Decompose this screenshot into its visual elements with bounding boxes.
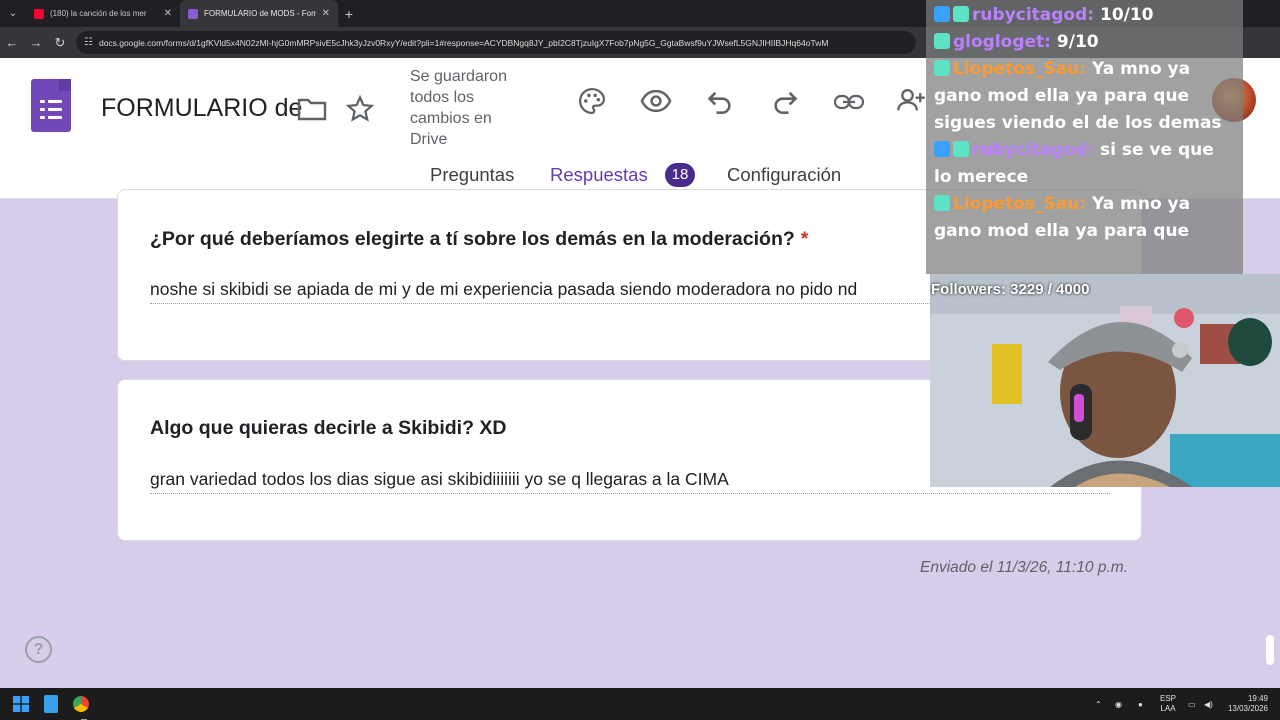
add-collaborator-icon[interactable] <box>896 86 926 118</box>
language-layout: LAA <box>1160 704 1176 713</box>
chat-text: 9/10 <box>1056 32 1099 52</box>
chat-badge-icon <box>934 195 950 211</box>
webcam-overlay <box>930 274 1280 487</box>
chat-badge-icon <box>934 6 950 22</box>
chat-badge-icon <box>953 141 969 157</box>
clock[interactable]: 19:49 13/03/2026 <box>1224 688 1268 720</box>
required-asterisk: * <box>800 228 809 250</box>
stream-chat-overlay: rubycitagod: 10/10 glogloget: 9/10 Llope… <box>926 0 1243 274</box>
chat-username: glogloget: <box>953 32 1051 52</box>
language-indicator[interactable]: ESP LAA <box>1160 688 1176 720</box>
network-icon[interactable]: ▭ <box>1188 688 1196 720</box>
windows-start-icon[interactable] <box>13 696 29 712</box>
youtube-icon <box>34 8 44 19</box>
language-code: ESP <box>1160 694 1177 703</box>
tab-title: (180) la canción de los mer <box>50 9 147 18</box>
folder-icon[interactable] <box>297 96 327 126</box>
microphone-icon[interactable]: ● <box>1138 688 1150 720</box>
tab-preguntas[interactable]: Preguntas <box>430 164 514 186</box>
notepad-icon[interactable] <box>44 695 58 713</box>
help-icon[interactable]: ? <box>25 636 52 663</box>
tab-close-icon[interactable]: ✕ <box>322 8 330 19</box>
tab-respuestas[interactable]: Respuestas <box>550 164 648 186</box>
volume-icon[interactable]: ◀) <box>1204 688 1213 720</box>
preview-eye-icon[interactable] <box>640 87 672 119</box>
tab-title: FORMULARIO de MODS - Form <box>204 9 316 18</box>
google-forms-logo[interactable] <box>31 79 71 132</box>
redo-icon[interactable] <box>771 88 799 118</box>
star-icon[interactable] <box>345 94 375 128</box>
forward-icon[interactable]: → <box>24 35 48 50</box>
chat-username: rubycitagod: <box>972 140 1095 160</box>
new-tab-button[interactable]: + <box>338 6 360 22</box>
chat-username: rubycitagod: <box>972 5 1095 25</box>
save-status: Se guardaron todos los cambios en Drive <box>410 68 507 148</box>
webcam-feed-image <box>930 274 1280 487</box>
browser-tab-youtube[interactable]: (180) la canción de los mer ✕ <box>26 0 180 27</box>
chat-badge-icon <box>953 6 969 22</box>
tray-chevron-icon[interactable]: ⌃ <box>1095 688 1102 720</box>
chat-message: rubycitagod: si se ve que lo merece <box>934 137 1237 191</box>
chat-badge-icon <box>934 33 950 49</box>
chat-message: Llopetos_Sau: Ya mno ya gano mod ella ya… <box>934 191 1237 245</box>
submitted-timestamp: Enviado el 11/3/26, 11:10 p.m. <box>920 559 1128 576</box>
url-text[interactable]: docs.google.com/forms/d/1gfKVld5x4N02zMl… <box>99 38 828 48</box>
address-bar[interactable]: ☷ docs.google.com/forms/d/1gfKVld5x4N02z… <box>76 31 916 54</box>
clock-date: 13/03/2026 <box>1227 704 1268 713</box>
chrome-icon[interactable] <box>73 696 89 712</box>
question-title: Algo que quieras decirle a Skibidi? XD <box>150 417 507 439</box>
undo-icon[interactable] <box>706 88 734 118</box>
screen: ⌄ (180) la canción de los mer ✕ FORMULAR… <box>0 0 1280 720</box>
reload-icon[interactable]: ↻ <box>48 35 72 51</box>
chat-badge-icon <box>934 141 950 157</box>
scrollbar-thumb[interactable] <box>1266 635 1274 665</box>
tray-app-icon[interactable]: ◉ <box>1115 688 1129 720</box>
chat-username: Llopetos_Sau: <box>953 59 1087 79</box>
palette-icon[interactable] <box>577 86 607 120</box>
tab-close-icon[interactable]: ✕ <box>164 8 172 19</box>
chat-badge-icon <box>934 60 950 76</box>
link-icon[interactable] <box>833 90 865 116</box>
forms-favicon-icon <box>188 8 198 19</box>
windows-taskbar: ⌃ ◉ ● ESP LAA ▭ ◀) 19:49 13/03/2026 <box>0 688 1280 720</box>
chat-text: 10/10 <box>1099 5 1154 25</box>
question-text: ¿Por qué deberíamos elegirte a tí sobre … <box>150 228 795 250</box>
browser-tab-forms[interactable]: FORMULARIO de MODS - Form ✕ <box>180 0 338 27</box>
followers-goal: Followers: 3229 / 4000 <box>931 281 1090 298</box>
question-title: ¿Por qué deberíamos elegirte a tí sobre … <box>150 228 808 251</box>
chat-username: Llopetos_Sau: <box>953 194 1087 214</box>
responses-count-badge: 18 <box>665 163 695 187</box>
form-title[interactable]: FORMULARIO de <box>101 94 302 123</box>
tab-configuracion[interactable]: Configuración <box>727 164 841 186</box>
site-info-icon[interactable]: ☷ <box>84 37 93 48</box>
chat-message: glogloget: 9/10 <box>934 29 1237 56</box>
back-icon[interactable]: ← <box>0 35 24 50</box>
chat-message: rubycitagod: 10/10 <box>934 2 1237 29</box>
chat-message: Llopetos_Sau: Ya mno ya gano mod ella ya… <box>934 56 1237 137</box>
tab-search-icon[interactable]: ⌄ <box>0 0 26 27</box>
clock-time: 19:49 <box>1247 694 1268 703</box>
